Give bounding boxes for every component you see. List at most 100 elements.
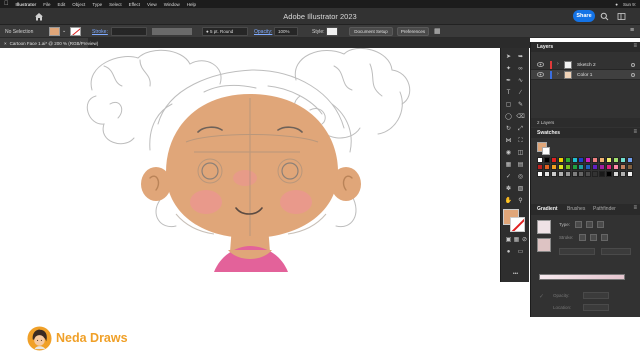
document-tab[interactable]: × Cartoon Face 1.ai* @ 200 % (RGB/Previe… [0,38,98,48]
menu-help[interactable]: Help [187,2,196,7]
radial-gradient-button[interactable] [586,221,593,228]
menubar-clock[interactable]: Sun 9: [623,2,636,7]
color-swatch[interactable] [564,157,571,163]
color-swatch[interactable] [592,157,599,163]
pen-tool-icon[interactable]: ✒ [504,77,513,85]
symbol-sprayer-tool-icon[interactable]: ✽ [504,185,513,193]
color-swatch[interactable] [564,163,571,170]
close-tab-icon[interactable]: × [4,41,7,46]
gradient-angle-field[interactable] [559,248,595,255]
opacity-field[interactable]: 100% [274,27,298,36]
color-swatch[interactable] [592,170,599,177]
menu-type[interactable]: Type [92,2,102,7]
color-swatch[interactable] [557,163,564,170]
gradient-location-field[interactable] [583,304,609,311]
eraser-tool-icon[interactable]: ⌫ [516,113,525,121]
wifi-icon[interactable]: ● [615,2,618,7]
color-swatch[interactable] [606,170,612,177]
layers-tab[interactable]: Layers [537,44,553,50]
color-swatch[interactable] [571,163,578,170]
draw-mode-icon[interactable]: ● [504,248,513,256]
menu-select[interactable]: Select [109,2,122,7]
free-transform-tool-icon[interactable]: ⛶ [516,137,525,145]
fill-color-swatch[interactable] [49,27,60,36]
direct-selection-tool-icon[interactable]: ➥ [516,53,525,61]
preferences-button[interactable]: Preferences [397,27,429,36]
pathfinder-tab[interactable]: Pathfinder [593,206,616,212]
cartoon-face-artwork[interactable] [0,48,500,360]
rectangle-tool-icon[interactable]: ▢ [504,101,513,109]
color-swatch[interactable] [599,170,606,177]
swatch-stroke-indicator[interactable] [542,147,550,155]
layer-row-sketch[interactable]: › Sketch 2 [531,60,640,70]
menu-edit[interactable]: Edit [58,2,66,7]
artboard-canvas[interactable] [0,48,500,360]
workspace-icon[interactable] [617,12,626,21]
layer-row-color[interactable]: › Color 1 [531,70,640,80]
stroke-color-box[interactable] [510,217,525,232]
gradient-aspect-field[interactable] [601,248,631,255]
panel-menu-icon[interactable]: ≡ [630,27,634,34]
gradient-menu-icon[interactable]: ≡ [633,205,637,211]
menu-object[interactable]: Object [72,2,85,7]
brushes-tab[interactable]: Brushes [567,206,585,212]
menu-effect[interactable]: Effect [129,2,140,7]
color-swatch[interactable] [550,170,557,177]
color-swatch[interactable] [612,157,619,163]
color-swatch[interactable] [550,163,557,170]
color-swatch[interactable] [585,157,592,163]
eyedropper-tool-icon[interactable]: ✓ [504,173,513,181]
stroke-gradient-option-2[interactable] [590,234,597,241]
fill-dropdown-icon[interactable]: ⌄ [62,28,66,34]
swatches-menu-icon[interactable]: ≡ [633,129,637,135]
brush-definition-dropdown[interactable]: ● 5 pt. Round [202,27,248,36]
shape-builder-tool-icon[interactable]: ◉ [504,149,513,157]
color-swatch[interactable] [626,163,633,170]
color-swatch[interactable] [537,170,543,177]
swatches-tab[interactable]: Swatches [537,130,560,136]
gradient-stroke-swatch[interactable] [537,238,551,252]
stroke-label[interactable]: Stroke: [92,29,108,35]
scale-tool-icon[interactable]: ⤢ [516,125,525,133]
gradient-slider-bar[interactable] [539,274,625,280]
color-swatch[interactable] [606,157,612,163]
rotate-tool-icon[interactable]: ↻ [504,125,513,133]
more-tools-icon[interactable]: ••• [511,270,520,278]
share-button[interactable]: Share [573,10,595,22]
search-icon[interactable] [600,12,609,21]
menu-window[interactable]: Window [164,2,180,7]
blend-tool-icon[interactable]: ◎ [516,173,525,181]
color-swatch[interactable] [564,170,571,177]
opacity-label[interactable]: Opacity: [254,29,272,35]
gradient-tool-icon[interactable]: ▤ [516,161,525,169]
curvature-tool-icon[interactable]: ∿ [516,77,525,85]
lasso-tool-icon[interactable]: ∞ [516,65,525,73]
stroke-gradient-option-1[interactable] [579,234,586,241]
variable-width-profile[interactable] [152,28,192,35]
column-graph-tool-icon[interactable]: ▧ [516,185,525,193]
color-swatch[interactable] [543,157,550,163]
none-mode-icon[interactable]: ⊘ [520,236,529,244]
menu-view[interactable]: View [147,2,157,7]
color-swatch[interactable] [557,157,564,163]
color-swatch[interactable] [543,163,550,170]
color-swatch[interactable] [585,170,592,177]
layer-target-icon[interactable] [631,73,635,77]
selection-tool-icon[interactable]: ➤ [504,53,513,61]
visibility-eye-icon[interactable] [537,62,544,67]
color-swatch[interactable] [578,170,585,177]
color-swatch[interactable] [578,157,585,163]
layer-target-icon[interactable] [631,63,635,67]
gradient-tab[interactable]: Gradient [537,206,558,212]
color-swatch[interactable] [585,163,592,170]
hand-tool-icon[interactable]: ✋ [504,197,513,205]
color-swatch[interactable] [612,170,619,177]
line-tool-icon[interactable]: ∕ [516,89,525,97]
color-swatch[interactable] [626,157,633,163]
paintbrush-tool-icon[interactable]: ✎ [516,101,525,109]
color-swatch[interactable] [571,157,578,163]
color-swatch[interactable] [599,163,606,170]
color-swatch[interactable] [578,163,585,170]
stroke-color-swatch[interactable] [70,27,81,36]
perspective-grid-tool-icon[interactable]: ◫ [516,149,525,157]
